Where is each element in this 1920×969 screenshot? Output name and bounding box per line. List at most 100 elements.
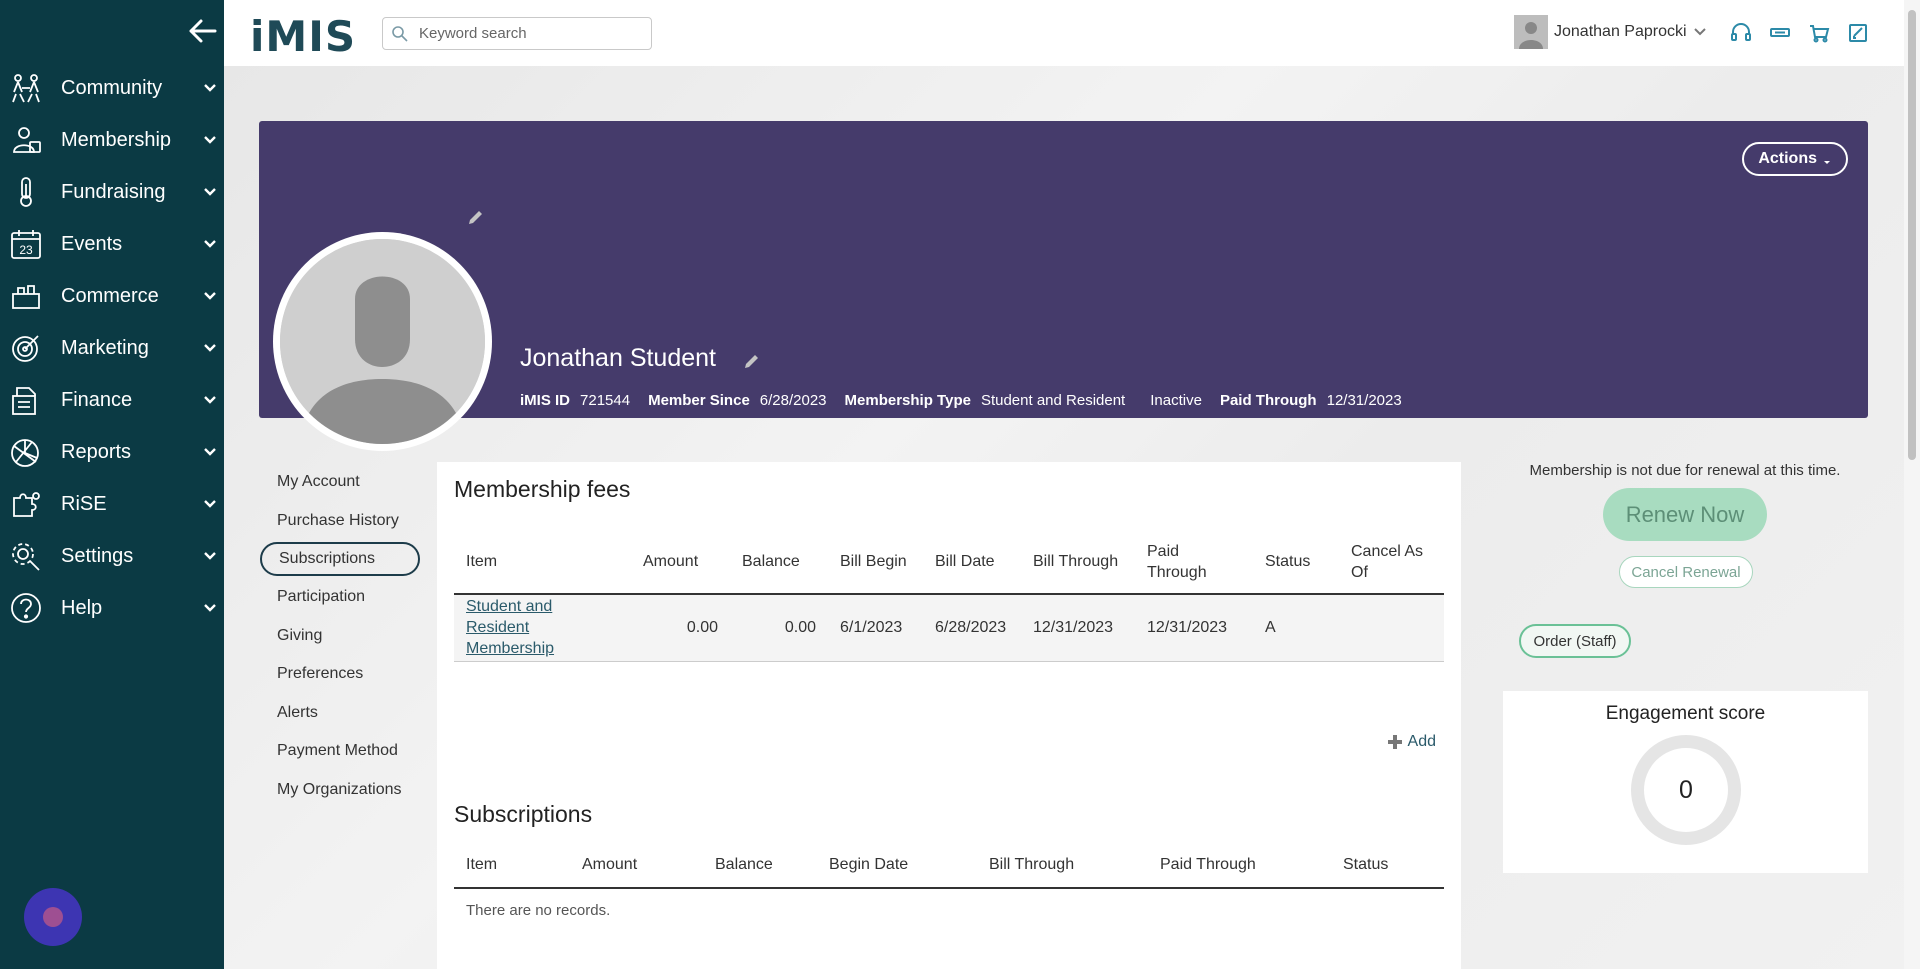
- column-header[interactable]: Paid Through: [1148, 856, 1331, 874]
- engagement-score-card: Engagement score 0: [1503, 691, 1868, 873]
- engagement-title: Engagement score: [1605, 703, 1766, 724]
- column-header[interactable]: Cancel As Of: [1339, 530, 1444, 595]
- cancel-renewal-button[interactable]: Cancel Renewal: [1619, 556, 1753, 588]
- top-bar: iMIS Jonathan Paprocki: [224, 0, 1904, 66]
- nav-item-settings[interactable]: Settings: [0, 530, 224, 582]
- nav-label: Events: [61, 232, 123, 255]
- subnav-preferences[interactable]: Preferences: [260, 655, 420, 694]
- subnav-payment-method[interactable]: Payment Method: [260, 732, 420, 771]
- member-since-label: Member Since: [648, 392, 750, 409]
- content-panel: Membership fees Item Amount Balance Bill…: [437, 462, 1461, 969]
- cart-icon[interactable]: [1808, 22, 1830, 44]
- renew-now-button[interactable]: Renew Now: [1603, 488, 1767, 541]
- chat-icon: [43, 907, 63, 927]
- chevron-down-icon: [202, 184, 218, 200]
- chevron-down-icon: [202, 444, 218, 460]
- nav-item-marketing[interactable]: Marketing: [0, 322, 224, 374]
- arrow-left-icon[interactable]: [188, 18, 218, 44]
- edit-note-icon[interactable]: [1847, 22, 1869, 44]
- puzzle-icon: [8, 486, 44, 522]
- nav-label: Reports: [61, 440, 132, 463]
- imis-logo[interactable]: iMIS: [250, 12, 356, 61]
- column-header[interactable]: Bill Begin: [828, 530, 923, 595]
- fundraising-icon: [8, 174, 44, 210]
- bill-date-cell: 6/28/2023: [923, 594, 1021, 662]
- nav-label: Settings: [61, 544, 134, 567]
- column-header[interactable]: Paid Through: [1135, 530, 1253, 595]
- column-header[interactable]: Bill Through: [1021, 530, 1135, 595]
- profile-photo[interactable]: [273, 232, 492, 451]
- chevron-down-icon: [202, 496, 218, 512]
- membership-item-link[interactable]: Student and Resident Membership: [466, 598, 554, 657]
- nav-item-rise[interactable]: RiSE: [0, 478, 224, 530]
- plus-icon: [1386, 733, 1404, 751]
- nav-item-commerce[interactable]: Commerce: [0, 270, 224, 322]
- id-card-icon[interactable]: [1769, 22, 1791, 44]
- paid-through-label: Paid Through: [1219, 392, 1317, 409]
- membership-type-value: Student and Resident: [980, 392, 1126, 409]
- column-header[interactable]: Bill Through: [977, 856, 1148, 874]
- membership-icon: [8, 122, 44, 158]
- add-membership-button[interactable]: Add: [1386, 733, 1436, 751]
- subnav-my-account[interactable]: My Account: [260, 463, 420, 502]
- nav-item-finance[interactable]: Finance: [0, 374, 224, 426]
- subnav-giving[interactable]: Giving: [260, 617, 420, 656]
- user-avatar: [1514, 15, 1548, 49]
- column-header[interactable]: Balance: [703, 856, 817, 874]
- edit-photo-pencil-icon[interactable]: [466, 207, 486, 227]
- target-icon: [8, 330, 44, 366]
- membership-type-label: Membership Type: [844, 392, 971, 409]
- paid-through-value: 12/31/2023: [1326, 392, 1402, 409]
- subnav-my-organizations[interactable]: My Organizations: [260, 771, 420, 810]
- actions-button[interactable]: Actions: [1742, 142, 1848, 176]
- user-menu[interactable]: Jonathan Paprocki: [1514, 15, 1707, 49]
- main-nav: Community Membership Fundraising 23 Even…: [0, 62, 224, 634]
- nav-item-community[interactable]: Community: [0, 62, 224, 114]
- column-header[interactable]: Begin Date: [817, 856, 977, 874]
- pie-chart-icon: [8, 434, 44, 470]
- membership-fees-title: Membership fees: [454, 476, 631, 502]
- subnav-purchase-history[interactable]: Purchase History: [260, 502, 420, 541]
- status-cell: A: [1253, 594, 1339, 662]
- chat-launcher-button[interactable]: [24, 888, 82, 946]
- subnav-subscriptions[interactable]: Subscriptions: [260, 542, 420, 576]
- nav-item-reports[interactable]: Reports: [0, 426, 224, 478]
- membership-fees-table: Item Amount Balance Bill Begin Bill Date…: [454, 530, 1444, 662]
- chevron-down-icon: [202, 392, 218, 408]
- column-header[interactable]: Item: [454, 530, 631, 595]
- column-header[interactable]: Amount: [631, 530, 730, 595]
- table-row: Student and Resident Membership 0.00 0.0…: [454, 594, 1444, 662]
- headset-icon[interactable]: [1730, 22, 1752, 44]
- column-header[interactable]: Status: [1331, 856, 1388, 874]
- page-scrollbar[interactable]: [1904, 0, 1920, 969]
- nav-item-help[interactable]: Help: [0, 582, 224, 634]
- column-header[interactable]: Bill Date: [923, 530, 1021, 595]
- column-header[interactable]: Status: [1253, 530, 1339, 595]
- imis-id-value: 721544: [580, 392, 631, 409]
- nav-item-events[interactable]: 23 Events: [0, 218, 224, 270]
- nav-label: Marketing: [61, 336, 149, 359]
- member-status: Inactive: [1150, 392, 1202, 409]
- add-label: Add: [1407, 733, 1436, 750]
- help-icon: [8, 590, 44, 626]
- search-input[interactable]: [419, 25, 639, 42]
- svg-text:23: 23: [19, 243, 33, 257]
- chevron-down-icon: [202, 600, 218, 616]
- nav-label: Finance: [61, 388, 133, 411]
- nav-item-membership[interactable]: Membership: [0, 114, 224, 166]
- edit-name-pencil-icon[interactable]: [742, 351, 762, 371]
- subnav-alerts[interactable]: Alerts: [260, 694, 420, 733]
- column-header[interactable]: Item: [454, 856, 570, 874]
- commerce-icon: [8, 278, 44, 314]
- search-box: [382, 17, 652, 50]
- nav-item-fundraising[interactable]: Fundraising: [0, 166, 224, 218]
- subnav-participation[interactable]: Participation: [260, 578, 420, 617]
- order-staff-button[interactable]: Order (Staff): [1519, 624, 1631, 658]
- bill-begin-cell: 6/1/2023: [828, 594, 923, 662]
- user-name: Jonathan Paprocki: [1554, 23, 1687, 40]
- scrollbar-thumb[interactable]: [1908, 10, 1916, 460]
- chevron-down-icon: [202, 236, 218, 252]
- subscriptions-table: Item Amount Balance Begin Date Bill Thro…: [454, 842, 1444, 919]
- column-header[interactable]: Amount: [570, 856, 703, 874]
- column-header[interactable]: Balance: [730, 530, 828, 595]
